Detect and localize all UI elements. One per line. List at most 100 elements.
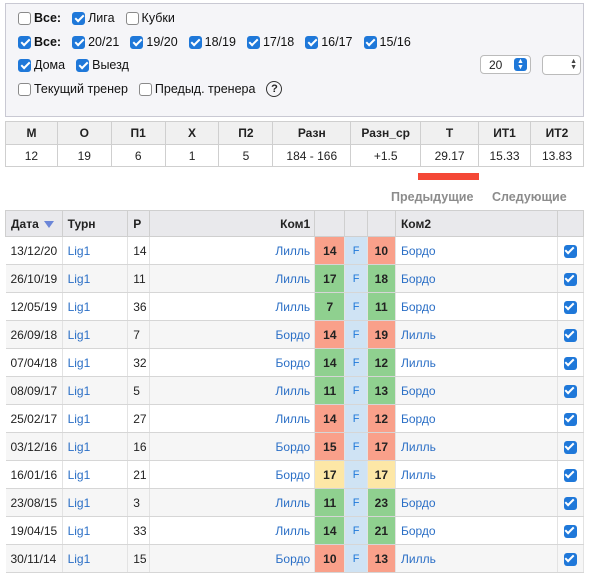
checkbox-checked-icon[interactable] bbox=[305, 35, 319, 49]
row-select-cell[interactable] bbox=[557, 376, 585, 405]
match-row[interactable]: 30/11/14 Lig1 15 Бордо 10 F 13 Лилль bbox=[5, 544, 585, 573]
col-team1[interactable]: Ком1 bbox=[149, 210, 316, 237]
team1-link[interactable]: Бордо bbox=[149, 460, 316, 489]
filter-checkbox-row2-0[interactable]: Все: bbox=[18, 35, 61, 49]
team1-link[interactable]: Лилль bbox=[149, 488, 316, 517]
checkbox-checked-icon[interactable] bbox=[563, 552, 577, 566]
tournament-link[interactable]: Lig1 bbox=[62, 404, 129, 433]
team1-link[interactable]: Лилль bbox=[149, 404, 316, 433]
filter-checkbox-row2-6[interactable]: 15/16 bbox=[363, 35, 411, 49]
team2-link[interactable]: Бордо bbox=[395, 264, 558, 293]
team2-link[interactable]: Бордо bbox=[395, 404, 558, 433]
checkbox-checked-icon[interactable] bbox=[563, 356, 577, 370]
row-select-cell[interactable] bbox=[557, 320, 585, 349]
team2-link[interactable]: Лилль bbox=[395, 348, 558, 377]
checkbox-checked-icon[interactable] bbox=[130, 35, 144, 49]
filter-checkbox-row2-2[interactable]: 19/20 bbox=[130, 35, 178, 49]
checkbox-unchecked-icon[interactable] bbox=[138, 82, 152, 96]
tournament-link[interactable]: Lig1 bbox=[62, 516, 129, 545]
team1-link[interactable]: Бордо bbox=[149, 320, 316, 349]
checkbox-checked-icon[interactable] bbox=[18, 35, 31, 49]
row-select-cell[interactable] bbox=[557, 264, 585, 293]
tournament-link[interactable]: Lig1 bbox=[62, 348, 129, 377]
filter-checkbox-row1-0[interactable]: Все: bbox=[18, 11, 61, 25]
filter-checkbox-row3-0[interactable]: Дома bbox=[18, 58, 65, 72]
help-icon[interactable]: ? bbox=[266, 81, 283, 97]
row-select-cell[interactable] bbox=[557, 544, 585, 573]
sort-desc-icon[interactable] bbox=[43, 220, 54, 228]
checkbox-checked-icon[interactable] bbox=[563, 468, 577, 482]
checkbox-checked-icon[interactable] bbox=[563, 272, 577, 286]
tournament-link[interactable]: Lig1 bbox=[62, 432, 129, 461]
team2-link[interactable]: Лилль bbox=[395, 460, 558, 489]
tournament-link[interactable]: Lig1 bbox=[62, 460, 129, 489]
row-select-cell[interactable] bbox=[557, 516, 585, 545]
row-select-cell[interactable] bbox=[557, 236, 585, 265]
team1-link[interactable]: Бордо bbox=[149, 432, 316, 461]
row-select-cell[interactable] bbox=[557, 404, 585, 433]
checkbox-checked-icon[interactable] bbox=[76, 58, 90, 72]
filter-checkbox-row2-5[interactable]: 16/17 bbox=[305, 35, 353, 49]
row-select-cell[interactable] bbox=[557, 292, 585, 321]
team1-link[interactable]: Бордо bbox=[149, 544, 316, 573]
row-select-cell[interactable] bbox=[557, 432, 585, 461]
match-row[interactable]: 16/01/16 Lig1 21 Бордо 17 F 17 Лилль bbox=[5, 460, 585, 489]
team1-link[interactable]: Лилль bbox=[149, 236, 316, 265]
filter-checkbox-row2-4[interactable]: 17/18 bbox=[246, 35, 294, 49]
checkbox-checked-icon[interactable] bbox=[563, 496, 577, 510]
checkbox-unchecked-icon[interactable] bbox=[125, 11, 139, 25]
checkbox-checked-icon[interactable] bbox=[563, 440, 577, 454]
team2-link[interactable]: Бордо bbox=[395, 376, 558, 405]
checkbox-checked-icon[interactable] bbox=[363, 35, 377, 49]
checkbox-unchecked-icon[interactable] bbox=[18, 82, 31, 96]
tournament-link[interactable]: Lig1 bbox=[62, 376, 129, 405]
team2-link[interactable]: Бордо bbox=[395, 236, 558, 265]
match-row[interactable]: 08/09/17 Lig1 5 Лилль 11 F 13 Бордо bbox=[5, 376, 585, 405]
row-select-cell[interactable] bbox=[557, 460, 585, 489]
match-row[interactable]: 25/02/17 Lig1 27 Лилль 14 F 12 Бордо bbox=[5, 404, 585, 433]
checkbox-unchecked-icon[interactable] bbox=[18, 11, 31, 25]
team1-link[interactable]: Бордо bbox=[149, 348, 316, 377]
tournament-link[interactable]: Lig1 bbox=[62, 544, 129, 573]
number-input[interactable]: ▲ ▼ bbox=[542, 55, 581, 75]
team2-link[interactable]: Бордо bbox=[395, 292, 558, 321]
prev-page-link[interactable]: Предыдущие bbox=[391, 190, 473, 204]
team2-link[interactable]: Лилль bbox=[395, 320, 558, 349]
tournament-link[interactable]: Lig1 bbox=[62, 292, 129, 321]
filter-checkbox-row4-0[interactable]: Текущий тренер bbox=[18, 82, 128, 96]
match-row[interactable]: 23/08/15 Lig1 3 Лилль 11 F 23 Бордо bbox=[5, 488, 585, 517]
team2-link[interactable]: Бордо bbox=[395, 488, 558, 517]
checkbox-checked-icon[interactable] bbox=[563, 412, 577, 426]
filter-checkbox-row3-1[interactable]: Выезд bbox=[76, 58, 129, 72]
team1-link[interactable]: Лилль bbox=[149, 264, 316, 293]
checkbox-checked-icon[interactable] bbox=[563, 300, 577, 314]
team1-link[interactable]: Лилль bbox=[149, 292, 316, 321]
next-page-link[interactable]: Следующие bbox=[492, 190, 567, 204]
checkbox-checked-icon[interactable] bbox=[563, 384, 577, 398]
col-round[interactable]: Р bbox=[127, 210, 151, 237]
match-row[interactable]: 07/04/18 Lig1 32 Бордо 14 F 12 Лилль bbox=[5, 348, 585, 377]
checkbox-checked-icon[interactable] bbox=[563, 244, 577, 258]
match-row[interactable]: 26/10/19 Lig1 11 Лилль 17 F 18 Бордо bbox=[5, 264, 585, 293]
team2-link[interactable]: Лилль bbox=[395, 544, 558, 573]
checkbox-checked-icon[interactable] bbox=[18, 58, 31, 72]
checkbox-checked-icon[interactable] bbox=[563, 328, 577, 342]
match-row[interactable]: 26/09/18 Lig1 7 Бордо 14 F 19 Лилль bbox=[5, 320, 585, 349]
filter-checkbox-row2-1[interactable]: 20/21 bbox=[72, 35, 119, 49]
tournament-link[interactable]: Lig1 bbox=[62, 236, 129, 265]
filter-checkbox-row1-2[interactable]: Кубки bbox=[125, 11, 175, 25]
col-date[interactable]: Дата bbox=[5, 210, 63, 237]
checkbox-checked-icon[interactable] bbox=[72, 11, 86, 25]
team1-link[interactable]: Лилль bbox=[149, 376, 316, 405]
tournament-link[interactable]: Lig1 bbox=[62, 488, 129, 517]
tournament-link[interactable]: Lig1 bbox=[62, 320, 129, 349]
col-team2[interactable]: Ком2 bbox=[394, 210, 558, 237]
checkbox-checked-icon[interactable] bbox=[246, 35, 260, 49]
checkbox-checked-icon[interactable] bbox=[72, 35, 86, 49]
row-select-cell[interactable] bbox=[557, 488, 585, 517]
match-row[interactable]: 03/12/16 Lig1 16 Бордо 15 F 17 Лилль bbox=[5, 432, 585, 461]
filter-checkbox-row4-1[interactable]: Предыд. тренера bbox=[138, 82, 255, 96]
stepper-arrows-icon[interactable]: ▲ ▼ bbox=[570, 58, 577, 71]
match-row[interactable]: 19/04/15 Lig1 33 Лилль 14 F 21 Бордо bbox=[5, 516, 585, 545]
row-select-cell[interactable] bbox=[557, 348, 585, 377]
